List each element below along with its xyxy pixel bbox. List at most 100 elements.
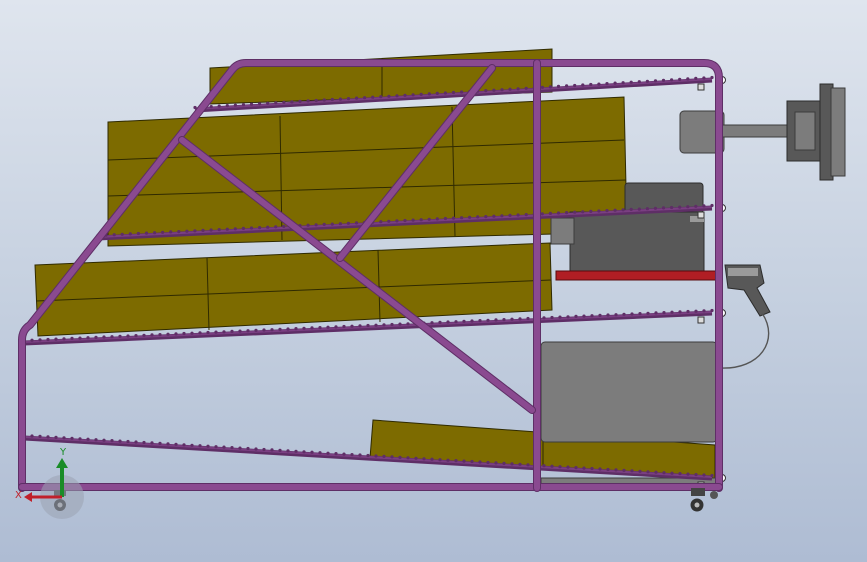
roller-wheel [330, 97, 334, 102]
roller-wheel [630, 312, 634, 316]
roller-wheel [654, 470, 658, 474]
roller-wheel [371, 95, 375, 99]
roller-wheel [366, 453, 370, 458]
roller-wheel [177, 230, 181, 234]
roller-wheel [398, 322, 402, 326]
roller-wheel [382, 323, 386, 327]
roller-wheel [142, 333, 146, 337]
roller-wheel [342, 452, 346, 456]
roller-wheel [613, 81, 617, 85]
roller-wheel [330, 222, 334, 226]
roller-wheel [274, 225, 278, 229]
roller-wheel [411, 218, 415, 222]
roller-wheel [185, 229, 189, 233]
roller-wheel [62, 436, 66, 440]
roller-wheel [565, 84, 569, 88]
roller-wheel [542, 316, 546, 320]
roller-wheel [302, 450, 306, 454]
roller-wheel [540, 212, 544, 216]
roller-wheel [379, 220, 383, 224]
roller-wheel [158, 333, 162, 337]
roller-wheel [379, 95, 383, 99]
roller-wheel [590, 314, 594, 318]
roller-wheel [605, 209, 609, 213]
roller-wheel [363, 96, 367, 100]
roller-wheel [462, 319, 466, 323]
roller-wheel [460, 216, 464, 220]
roller-wheel [516, 213, 520, 217]
roller-wheel [258, 226, 262, 230]
cad-viewport[interactable]: X Y [0, 0, 867, 562]
roller-wheel [566, 315, 570, 319]
roller-wheel [502, 318, 506, 322]
roller-wheel [286, 449, 290, 453]
cad-model-view[interactable]: X Y [0, 0, 867, 562]
roller-wheel [645, 79, 650, 83]
scanner-cable [719, 312, 770, 369]
roller-wheel [387, 94, 391, 98]
roller-wheel [166, 442, 170, 446]
roller-wheel [462, 459, 466, 463]
roller-wheel [565, 211, 569, 215]
roller-wheel [510, 317, 514, 321]
roller-wheel [478, 319, 482, 323]
roller-wheel [502, 461, 506, 465]
roller-wheel [30, 434, 34, 438]
roller-wheel [174, 442, 178, 446]
roller-wheel [136, 231, 140, 236]
roller-wheel [653, 79, 658, 83]
roller-wheel [582, 314, 586, 318]
roller-wheel [606, 467, 610, 472]
roller-wheel [605, 82, 609, 86]
roller-wheel [710, 75, 714, 80]
barcode-scanner [719, 264, 771, 369]
roller-wheel [290, 100, 294, 104]
roller-wheel [342, 324, 346, 329]
roller-wheel [246, 446, 250, 451]
roller-wheel [645, 207, 650, 211]
roller-wheel [406, 322, 410, 326]
roller-wheel [702, 204, 706, 208]
roller-wheel [589, 82, 593, 87]
roller-wheel [126, 334, 130, 338]
roller-wheel [686, 472, 690, 476]
roller-wheel [678, 205, 682, 209]
roller-wheel [222, 330, 226, 334]
roller-wheel [118, 334, 122, 338]
printer-face [550, 217, 575, 245]
roller-wheel [346, 97, 351, 101]
roller-wheel [390, 322, 394, 327]
roller-wheel [451, 216, 456, 220]
roller-wheel [150, 333, 154, 337]
rail-end-clip [697, 83, 705, 91]
roller-wheel [198, 331, 202, 335]
roller-wheel [128, 232, 132, 236]
roller-wheel [542, 464, 546, 468]
casters [54, 488, 718, 512]
roller-wheel [556, 211, 561, 215]
roller-wheel [460, 90, 464, 94]
roller-wheel [597, 209, 601, 213]
roller-wheel [443, 91, 447, 95]
roller-wheel [86, 336, 90, 340]
roller-wheel [524, 86, 528, 90]
roller-wheel [540, 85, 545, 89]
roller-wheel [201, 228, 205, 232]
roller-wheel [94, 438, 98, 442]
roller-wheel [358, 324, 362, 328]
roller-wheel [500, 88, 504, 92]
roller-wheel [710, 308, 714, 313]
roller-wheel [484, 215, 488, 219]
roller-wheel [446, 458, 450, 462]
roller-wheel [241, 103, 246, 107]
roller-wheel [46, 435, 50, 439]
roller-wheel [310, 326, 314, 330]
roller-wheel [134, 440, 138, 444]
roller-wheel [702, 76, 706, 80]
roller-wheel [262, 328, 266, 332]
roller-wheel [492, 214, 496, 218]
roller-wheel [38, 434, 42, 438]
roller-wheel [435, 91, 439, 95]
roller-wheel [374, 323, 378, 327]
roller-wheel [270, 328, 274, 332]
